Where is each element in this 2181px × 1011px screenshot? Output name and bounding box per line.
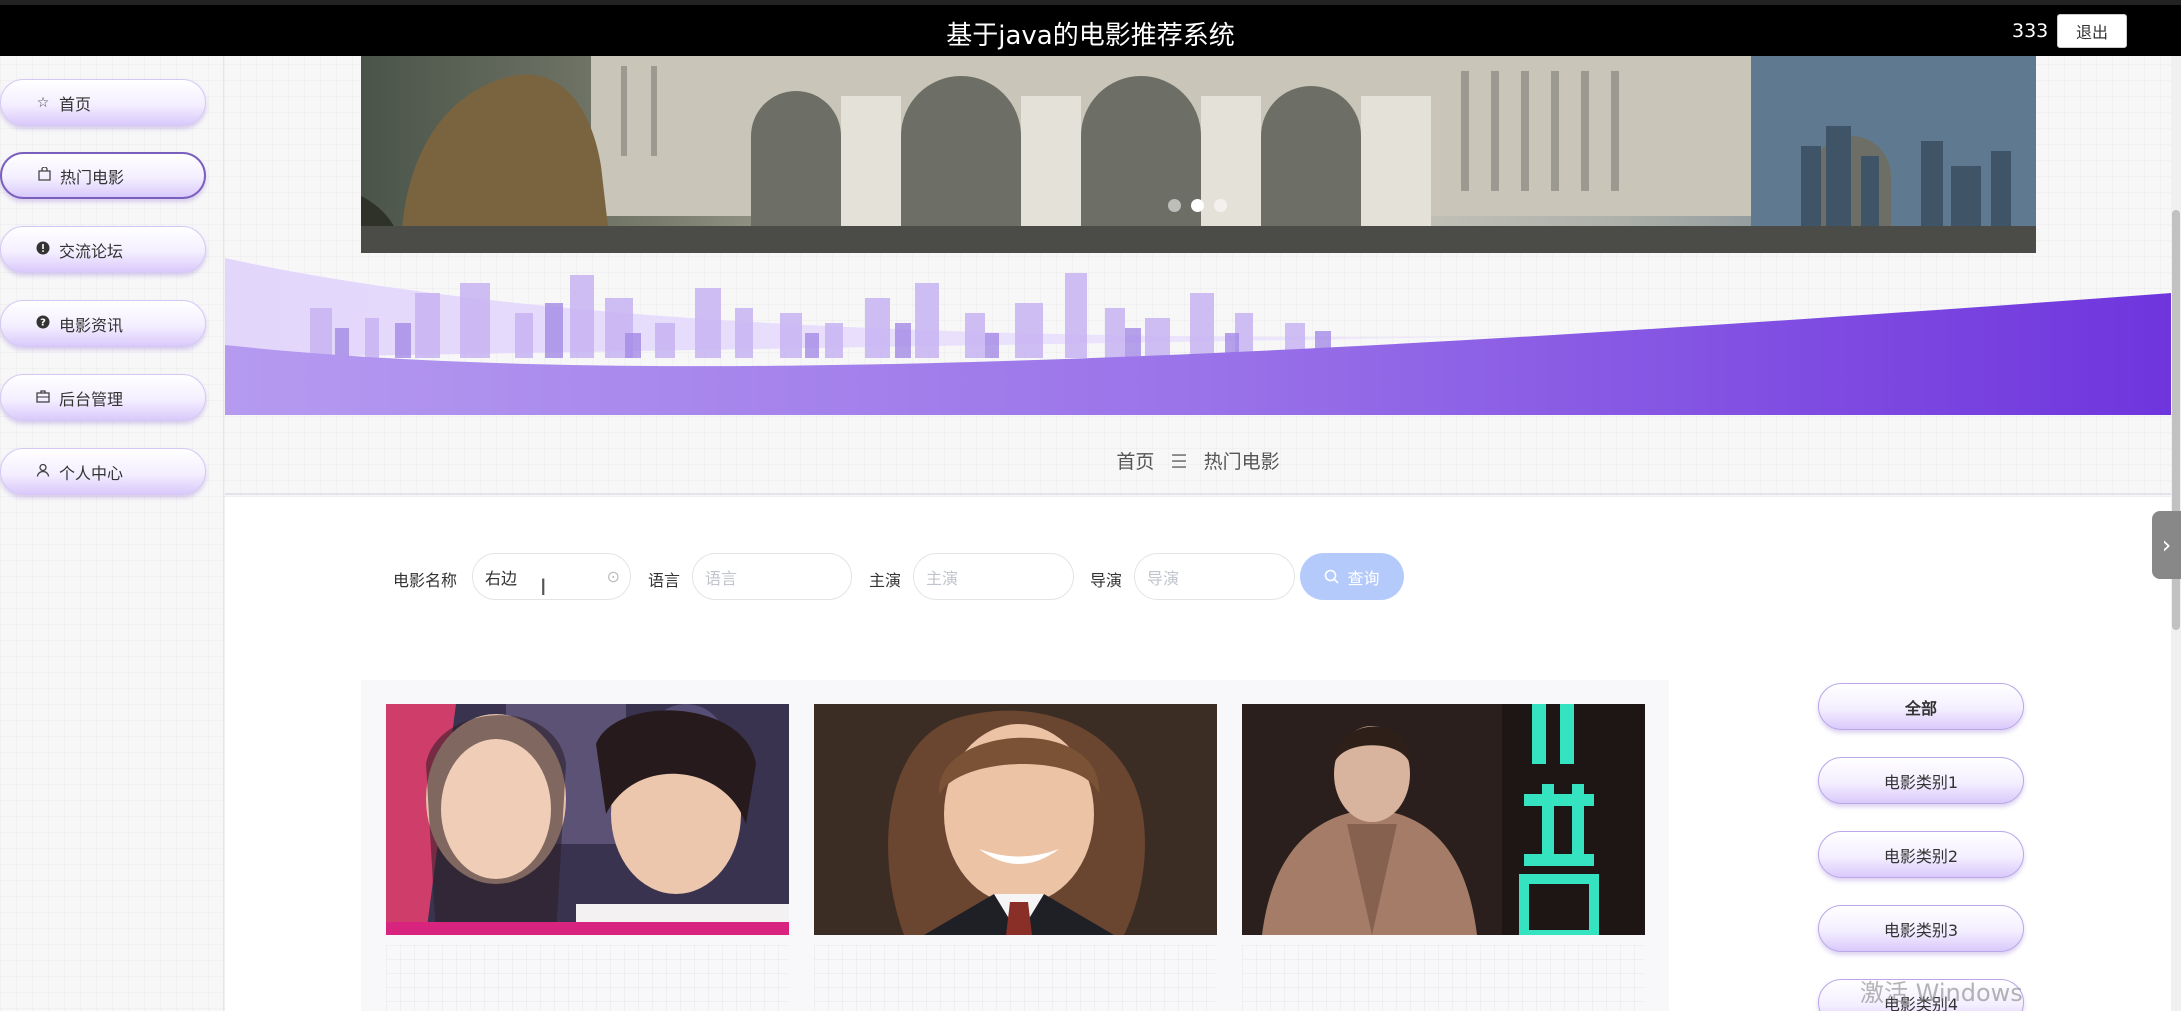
windows-activation-watermark: 激活 Windows: [1860, 979, 2023, 1007]
side-panel-toggle[interactable]: ›: [2152, 511, 2181, 579]
category-all-button[interactable]: 全部: [1818, 683, 2024, 730]
sidebar-item-news[interactable]: ? 电影资讯: [0, 300, 206, 347]
actor-label: 主演: [869, 571, 902, 590]
help-circle-icon: ?: [35, 315, 51, 333]
star-icon: ☆: [36, 94, 50, 111]
language-label: 语言: [648, 571, 681, 590]
movie-poster-3: [1242, 704, 1645, 935]
breadcrumb: 首页 ☰ 热门电影: [225, 447, 2171, 474]
director-input[interactable]: 导演: [1134, 553, 1295, 600]
search-button-label: 查询: [1347, 568, 1380, 588]
sidebar-item-label: 后台管理: [59, 389, 124, 409]
search-icon: [1325, 569, 1340, 584]
search-button[interactable]: 查询: [1300, 553, 1404, 600]
text-cursor-icon: I: [540, 576, 547, 601]
movie-poster-1: [386, 704, 789, 935]
skyline-wave-decoration: [225, 258, 2171, 415]
movie-poster-2: [814, 704, 1217, 935]
sidebar-item-forum[interactable]: 交流论坛: [0, 226, 206, 273]
sidebar-item-hot-movies[interactable]: 热门电影: [0, 152, 206, 199]
movie-name-value: 右边: [485, 568, 518, 588]
actor-placeholder: 主演: [926, 568, 959, 588]
alert-circle-icon: [35, 241, 51, 259]
logout-button[interactable]: 退出: [2057, 14, 2127, 48]
director-placeholder: 导演: [1147, 568, 1180, 588]
category-2-button[interactable]: 电影类别2: [1818, 831, 2024, 878]
actor-input[interactable]: 主演: [913, 553, 1074, 600]
svg-text:?: ?: [40, 317, 46, 328]
sidebar-item-admin[interactable]: 后台管理: [0, 374, 206, 421]
sidebar-item-label: 首页: [59, 94, 92, 114]
breadcrumb-current: 热门电影: [1203, 451, 1280, 473]
movie-card-1[interactable]: [386, 704, 789, 935]
movie-name-label: 电影名称: [393, 571, 458, 590]
sidebar-item-label: 交流论坛: [59, 241, 124, 261]
user-icon: [35, 463, 51, 481]
sidebar-item-label: 电影资讯: [59, 315, 124, 335]
language-placeholder: 语言: [705, 568, 738, 588]
language-input[interactable]: 语言: [692, 553, 852, 600]
carousel-dot-1[interactable]: [1168, 199, 1181, 212]
breadcrumb-separator: ☰: [1170, 451, 1188, 473]
director-label: 导演: [1090, 571, 1123, 590]
site-title: 基于java的电影推荐系统: [946, 21, 1235, 51]
movie-card-3-caption: [1242, 945, 1645, 1011]
sidebar-item-label: 热门电影: [60, 167, 125, 187]
chevron-right-icon: ›: [2161, 531, 2172, 559]
bag-icon: [36, 165, 52, 185]
category-3-button[interactable]: 电影类别3: [1818, 905, 2024, 952]
movie-card-2[interactable]: [814, 704, 1217, 935]
banner-carousel[interactable]: [361, 56, 2036, 253]
sidebar-item-home[interactable]: ☆ 首页: [0, 79, 206, 126]
movie-card-1-caption: [386, 945, 789, 1011]
username[interactable]: 333: [2012, 20, 2048, 42]
sidebar-item-profile[interactable]: 个人中心: [0, 448, 206, 495]
movie-card-2-caption: [814, 945, 1217, 1011]
movie-card-3[interactable]: [1242, 704, 1645, 935]
breadcrumb-strip: 首页 ☰ 热门电影: [225, 425, 2171, 495]
clear-icon[interactable]: ⊙: [607, 567, 620, 586]
carousel-dot-3[interactable]: [1214, 199, 1227, 212]
briefcase-icon: [35, 389, 51, 407]
carousel-dot-2[interactable]: [1191, 199, 1204, 212]
top-bar: 基于java的电影推荐系统 333 退出: [0, 0, 2181, 56]
movie-name-input[interactable]: 右边 ⊙: [472, 553, 631, 600]
sidebar: ☆ 首页 热门电影 交流论坛 ? 电影资讯 后台管理 个人中心: [0, 56, 224, 1011]
banner-image: [361, 56, 2036, 253]
category-1-button[interactable]: 电影类别1: [1818, 757, 2024, 804]
breadcrumb-home[interactable]: 首页: [1116, 451, 1154, 473]
sidebar-item-label: 个人中心: [59, 463, 124, 483]
